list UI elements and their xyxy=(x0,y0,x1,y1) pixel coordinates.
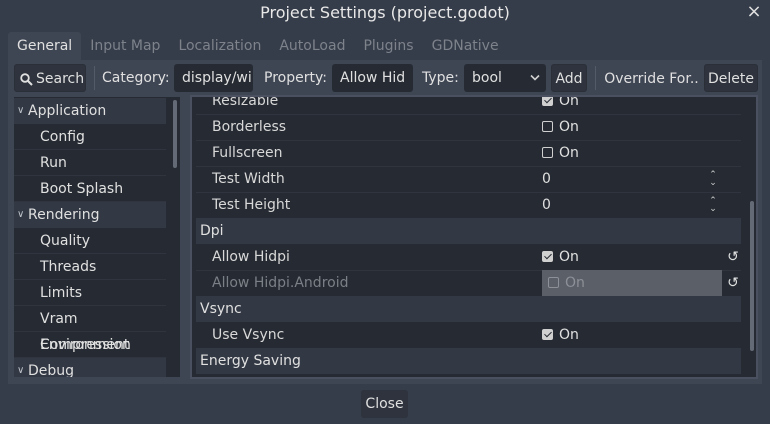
category-input[interactable]: display/wi xyxy=(174,64,253,92)
property-row-test-height: Test Height 0 ⌃ ⌄ xyxy=(196,192,741,218)
test-height-spinbox[interactable]: 0 ⌃ ⌄ xyxy=(542,192,722,218)
property-name: Test Height xyxy=(212,197,291,213)
property-row-borderless: Borderless On xyxy=(196,114,741,140)
checkbox-label: On xyxy=(565,275,585,291)
toolbar-divider xyxy=(595,66,596,90)
property-row-test-width: Test Width 0 ⌃ ⌄ xyxy=(196,166,741,192)
property-name: Use Vsync xyxy=(212,327,285,343)
section-header-vsync[interactable]: Vsync xyxy=(196,296,741,322)
tree-item-limits[interactable]: Limits xyxy=(14,280,166,306)
checkbox-label: On xyxy=(559,327,579,343)
tab-autoload[interactable]: AutoLoad xyxy=(270,32,354,60)
toolbar-divider xyxy=(94,66,95,90)
allow-hidpi-android-checkbox[interactable]: On xyxy=(542,270,722,296)
property-label: Property: xyxy=(264,70,327,86)
property-name: Test Width xyxy=(212,171,285,187)
tree-section-application[interactable]: ∨ Application xyxy=(14,98,166,124)
delete-button[interactable]: Delete xyxy=(704,64,758,92)
property-name: Allow Hidpi.Android xyxy=(212,275,349,291)
chevron-down-icon xyxy=(530,74,540,81)
fullscreen-checkbox[interactable]: On xyxy=(542,140,722,166)
chevron-down-icon: ∨ xyxy=(17,365,25,376)
checkbox-checked-icon xyxy=(542,251,553,262)
tab-plugins[interactable]: Plugins xyxy=(354,32,422,60)
category-label: Category: xyxy=(102,70,170,86)
tab-gdnative[interactable]: GDNative xyxy=(423,32,508,60)
tree-section-label: Rendering xyxy=(28,207,100,223)
tree-section-label: Debug xyxy=(28,363,75,377)
checkbox-label: On xyxy=(559,145,579,161)
checkbox-label: On xyxy=(559,95,579,109)
toolbar: Search Category: display/wi Property: Al… xyxy=(12,64,758,92)
search-label: Search xyxy=(36,71,85,87)
property-row-use-vsync: Use Vsync On xyxy=(196,322,741,348)
property-name: Allow Hidpi xyxy=(212,249,290,265)
close-window-icon[interactable]: × xyxy=(744,0,764,26)
spinbox-value: 0 xyxy=(542,197,551,213)
tab-general[interactable]: General xyxy=(8,32,82,60)
window-title: Project Settings (project.godot) xyxy=(260,3,510,22)
property-row-fullscreen: Fullscreen On xyxy=(196,140,741,166)
tree-section-rendering[interactable]: ∨ Rendering xyxy=(14,202,166,228)
tree-item-config[interactable]: Config xyxy=(14,124,166,150)
tree-item-run[interactable]: Run xyxy=(14,150,166,176)
revert-icon[interactable]: ↺ xyxy=(725,270,741,296)
section-header-dpi[interactable]: Dpi xyxy=(196,218,741,244)
property-name: Borderless xyxy=(212,119,287,135)
tree-section-label: Application xyxy=(28,103,107,119)
allow-hidpi-checkbox[interactable]: On xyxy=(542,244,722,270)
checkbox-unchecked-icon xyxy=(548,277,559,288)
property-row-allow-hidpi: Allow Hidpi On ↺ xyxy=(196,244,741,270)
override-for-button[interactable]: Override For.. xyxy=(600,64,703,92)
property-name: Fullscreen xyxy=(212,145,283,161)
tree-item-environment[interactable]: Environment xyxy=(14,332,166,358)
search-icon xyxy=(20,73,33,86)
tree-item-threads[interactable]: Threads xyxy=(14,254,166,280)
checkbox-unchecked-icon xyxy=(542,121,553,132)
tree-item-boot-splash[interactable]: Boot Splash xyxy=(14,176,166,202)
section-header-energy-saving[interactable]: Energy Saving xyxy=(196,348,741,374)
borderless-checkbox[interactable]: On xyxy=(542,114,722,140)
checkbox-checked-icon xyxy=(542,97,553,106)
checkbox-unchecked-icon xyxy=(542,147,553,158)
close-button[interactable]: Close xyxy=(361,390,408,418)
test-width-spinbox[interactable]: 0 ⌃ ⌄ xyxy=(542,166,722,192)
tab-input-map[interactable]: Input Map xyxy=(81,32,169,60)
tree-item-quality[interactable]: Quality xyxy=(14,228,166,254)
chevron-down-icon: ∨ xyxy=(17,209,25,220)
general-panel: Search Category: display/wi Property: Al… xyxy=(8,60,762,384)
property-name: Resizable xyxy=(212,95,279,109)
tree-item-vram-compression[interactable]: Vram Compression xyxy=(14,306,166,353)
property-inspector: Resizable On Borderless On Fullscreen On… xyxy=(190,95,758,379)
resizable-checkbox[interactable]: On xyxy=(542,95,722,114)
property-input[interactable]: Allow Hid xyxy=(332,64,413,92)
type-value: bool xyxy=(472,70,502,86)
tab-localization[interactable]: Localization xyxy=(169,32,270,60)
chevron-down-icon: ∨ xyxy=(17,105,25,116)
checkbox-checked-icon xyxy=(542,329,553,340)
inspector-scrollbar[interactable] xyxy=(750,201,754,351)
spinner-icon[interactable]: ⌃ ⌄ xyxy=(708,192,718,214)
use-vsync-checkbox[interactable]: On xyxy=(542,322,722,348)
spinbox-value: 0 xyxy=(542,171,551,187)
search-button[interactable]: Search xyxy=(14,64,86,92)
revert-icon[interactable]: ↺ xyxy=(725,244,741,270)
tree-section-debug[interactable]: ∨ Debug xyxy=(14,358,166,377)
type-label: Type: xyxy=(422,70,459,86)
type-select[interactable]: bool xyxy=(464,64,546,92)
property-row-allow-hidpi-android: Allow Hidpi.Android On ↺ xyxy=(196,270,741,296)
property-row-resizable: Resizable On xyxy=(196,95,741,114)
section-tree: ∨ Application Config Run Boot Splash ∨ R… xyxy=(14,97,180,377)
checkbox-label: On xyxy=(559,119,579,135)
add-button[interactable]: Add xyxy=(551,64,587,92)
sidebar-scrollbar[interactable] xyxy=(173,100,177,168)
spinner-icon[interactable]: ⌃ ⌄ xyxy=(708,166,718,188)
checkbox-label: On xyxy=(559,249,579,265)
tab-bar: General Input Map Localization AutoLoad … xyxy=(8,32,508,60)
